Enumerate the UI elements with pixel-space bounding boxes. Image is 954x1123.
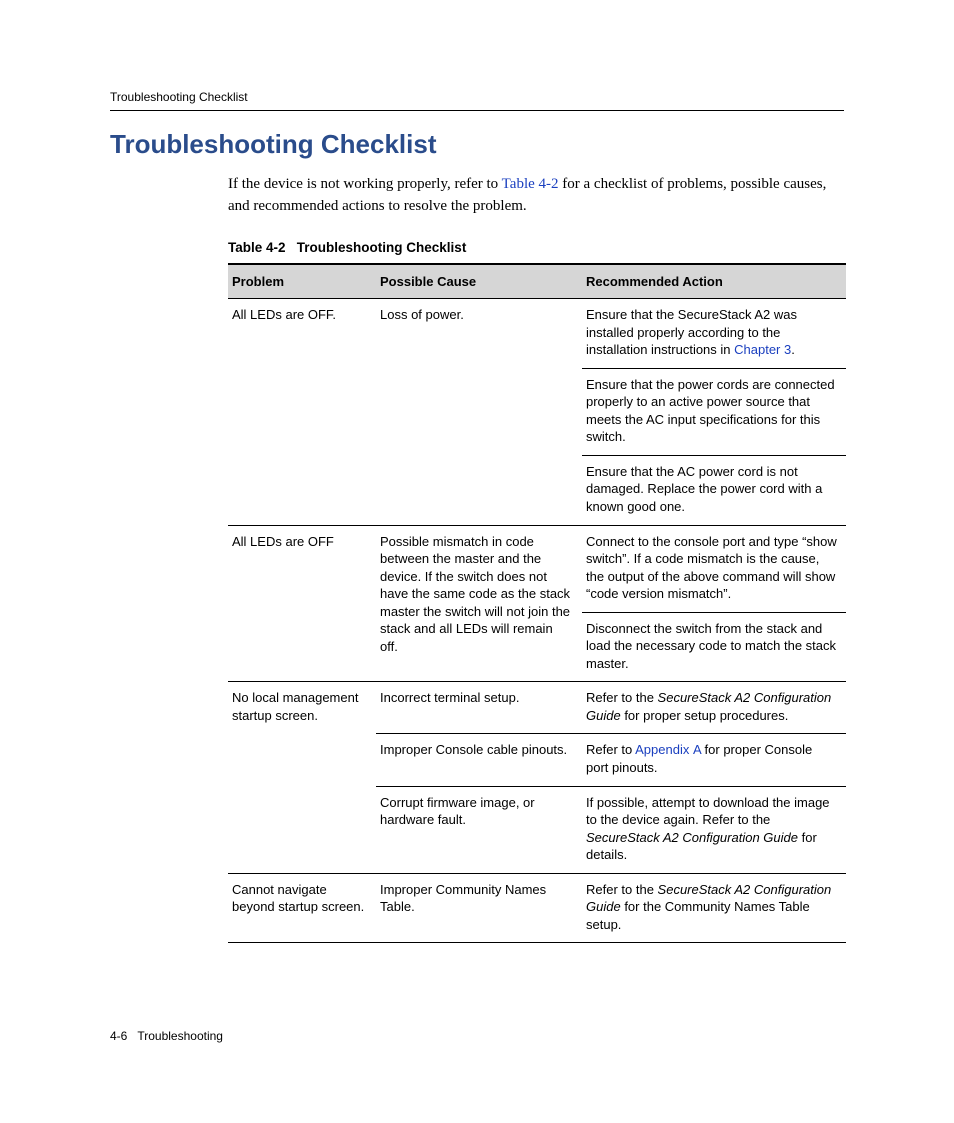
action-text: If possible, attempt to download the ima… [586,795,830,828]
cause-cell: Corrupt firmware image, or hardware faul… [376,786,582,873]
intro-paragraph: If the device is not working properly, r… [110,174,844,218]
action-cell: If possible, attempt to download the ima… [582,786,846,873]
action-text: Refer to the [586,882,658,897]
chapter-3-xref[interactable]: Chapter 3 [734,342,791,357]
action-cell: Ensure that the AC power cord is not dam… [582,455,846,525]
col-header-cause: Possible Cause [376,264,582,299]
problem-cell: All LEDs are OFF [228,525,376,682]
action-cell: Ensure that the power cords are connecte… [582,368,846,455]
cause-cell: Loss of power. [376,299,582,525]
footer-section: Troubleshooting [137,1029,223,1043]
footer-page-number: 4-6 [110,1029,127,1043]
troubleshooting-table: Problem Possible Cause Recommended Actio… [228,263,846,944]
intro-text-pre: If the device is not working properly, r… [228,176,502,192]
page-title: Troubleshooting Checklist [110,129,844,160]
table-row: No local management startup screen. Inco… [228,682,846,734]
action-cell: Connect to the console port and type “sh… [582,525,846,612]
action-text: Refer to [586,742,635,757]
problem-cell: Cannot navigate beyond startup screen. [228,873,376,943]
action-text: . [791,342,795,357]
action-cell: Refer to the SecureStack A2 Configuratio… [582,873,846,943]
cause-cell: Improper Community Names Table. [376,873,582,943]
col-header-action: Recommended Action [582,264,846,299]
problem-cell: All LEDs are OFF. [228,299,376,525]
action-cell: Disconnect the switch from the stack and… [582,612,846,682]
appendix-a-xref[interactable]: Appendix A [635,742,701,757]
header-divider [110,110,844,111]
table-caption: Table 4-2 Troubleshooting Checklist [110,240,844,255]
table-row: All LEDs are OFF Possible mismatch in co… [228,525,846,612]
document-page: Troubleshooting Checklist Troubleshootin… [0,0,954,1123]
page-footer: 4-6 Troubleshooting [110,1029,223,1043]
problem-cell: No local management startup screen. [228,682,376,873]
table-caption-label: Table 4-2 [228,240,286,255]
action-cell: Ensure that the SecureStack A2 was insta… [582,299,846,369]
cause-cell: Possible mismatch in code between the ma… [376,525,582,682]
cause-cell: Improper Console cable pinouts. [376,734,582,786]
col-header-problem: Problem [228,264,376,299]
cause-cell: Incorrect terminal setup. [376,682,582,734]
table-header-row: Problem Possible Cause Recommended Actio… [228,264,846,299]
guide-title: SecureStack A2 Configuration Guide [586,830,798,845]
table-4-2-xref[interactable]: Table 4-2 [502,176,559,192]
table-caption-title: Troubleshooting Checklist [297,240,467,255]
action-text: for proper setup procedures. [621,708,789,723]
table-row: Cannot navigate beyond startup screen. I… [228,873,846,943]
table-row: All LEDs are OFF. Loss of power. Ensure … [228,299,846,369]
action-cell: Refer to Appendix A for proper Console p… [582,734,846,786]
action-cell: Refer to the SecureStack A2 Configuratio… [582,682,846,734]
running-header: Troubleshooting Checklist [110,90,844,104]
action-text: Refer to the [586,690,658,705]
